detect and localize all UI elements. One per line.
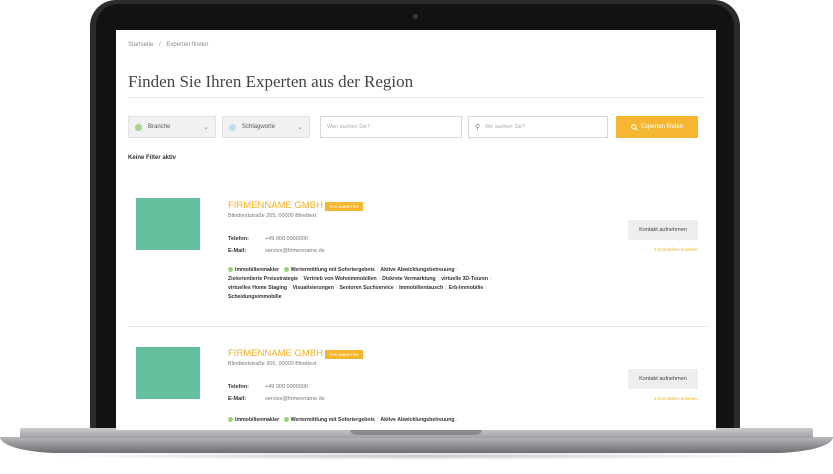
company-logo[interactable] [136, 347, 200, 399]
contact-button[interactable]: Kontakt aufnehmen [628, 220, 698, 240]
tag-line-2: Zielorientierte Preisstrategie / Vertrieb … [228, 276, 492, 282]
search-button-label: Experten finden [640, 124, 684, 130]
email-value[interactable]: service@firmenname.de [265, 396, 325, 402]
tag: Immobilienmakler [235, 417, 280, 423]
tag: Vertrieb von Wohnimmobilien [303, 276, 377, 282]
tag: Senioren Suchservice [339, 285, 394, 291]
tag: virtuelles Home Staging [228, 285, 288, 291]
check-circle-icon [228, 416, 233, 422]
tag-line-1: Immobilienmakler Wertermittlung mit Sofo… [228, 416, 608, 425]
company-name[interactable]: FIRMENNAME GMBH [228, 200, 323, 211]
top-badge: TOP-ANBIETER [325, 202, 363, 211]
search-icon [631, 123, 638, 131]
page-title: Finden Sie Ihren Experten aus der Region [128, 72, 414, 91]
phone-value[interactable]: +49 000 0000000 [265, 384, 308, 390]
breadcrumb-separator: / [159, 42, 161, 48]
phone-label: Telefon: [228, 384, 249, 390]
listing-link[interactable]: 2 Immobilien ansehen [608, 396, 698, 401]
company-name[interactable]: FIRMENNAME GMBH [228, 348, 323, 359]
email-label: E-Mail: [228, 248, 247, 254]
where-placeholder: Wo suchen Sie? [485, 124, 526, 130]
tag: Zielorientierte Preisstrategie [228, 276, 299, 282]
filter-status: Keine Filter aktiv [128, 155, 177, 161]
email-label: E-Mail: [228, 396, 247, 402]
tag: Immobilienmakler [235, 267, 280, 273]
schlagworte-dot-icon [229, 123, 236, 131]
check-circle-icon [283, 266, 289, 272]
tag: Immobilientausch [399, 285, 444, 291]
company-logo[interactable] [136, 198, 200, 250]
breadcrumb-current: Experten finden [166, 42, 209, 48]
schlagworte-select[interactable]: Schlagworte ⌄ [222, 116, 310, 138]
branche-label: Branche [148, 124, 171, 130]
camera-icon [413, 14, 418, 19]
tag: Wertermittlung mit Sofortergebnis [290, 417, 375, 423]
what-input[interactable]: Wen suchen Sie? [320, 116, 462, 138]
tag-line-3: virtuelles Home Staging / Visualisierungen… [228, 285, 487, 291]
schlagworte-label: Schlagworte [242, 124, 276, 130]
tag: Aktive Abwicklungsbetreuung [380, 417, 455, 423]
breadcrumb-home[interactable]: Startseite [128, 42, 153, 48]
branche-dot-icon [135, 123, 142, 131]
title-divider [128, 97, 705, 98]
laptop-shadow [40, 452, 793, 460]
tag: Diskrete Vermarktung [382, 276, 436, 282]
tag: Visualisierungen [292, 285, 334, 291]
check-circle-icon [283, 416, 289, 422]
email-value[interactable]: service@firmenname.de [265, 248, 325, 254]
phone-value[interactable]: +49 000 0000000 [265, 236, 308, 242]
tag: Scheidungsimmobilie [228, 294, 282, 300]
tag: Erb-Immobilie [448, 285, 484, 291]
where-input[interactable]: ⚲ Wo suchen Sie? [468, 116, 608, 138]
card-divider [128, 326, 708, 327]
what-placeholder: Wen suchen Sie? [327, 124, 371, 130]
tag: Wertermittlung mit Sofortergebnis [290, 267, 375, 273]
top-badge: TOP-ANBIETER [325, 350, 363, 359]
listing-link[interactable]: 2 Immobilien ansehen [608, 247, 698, 252]
tag: virtuelle 3D-Touren [441, 276, 489, 282]
location-pin-icon: ⚲ [475, 124, 481, 131]
tag-line-4: Scheidungsimmobilie [228, 293, 608, 302]
search-button[interactable]: Experten finden [616, 116, 698, 138]
company-address: Blindtextstraße 205, 00000 Blindtext [228, 213, 317, 219]
tag-list: Immobilienmakler Wertermittlung mit Sofo… [228, 266, 608, 302]
tag-line-1: Immobilienmakler Wertermittlung mit Sofo… [228, 266, 608, 275]
phone-label: Telefon: [228, 236, 249, 242]
tag-list: Immobilienmakler Wertermittlung mit Sofo… [228, 416, 608, 425]
laptop-base [0, 437, 833, 453]
branche-select[interactable]: Branche ⌄ [128, 116, 216, 138]
breadcrumb: Startseite / Experten finden [128, 42, 212, 48]
tag: Aktive Abwicklungsbetreuung [380, 267, 455, 273]
screen: Startseite / Experten finden Finden Sie … [116, 30, 716, 430]
check-circle-icon [228, 266, 233, 272]
contact-button[interactable]: Kontakt aufnehmen [628, 369, 698, 389]
chevron-down-icon: ⌄ [297, 124, 303, 131]
company-address: Blindtextstraße 205, 00000 Blindtext [228, 361, 317, 367]
chevron-down-icon: ⌄ [203, 124, 209, 131]
